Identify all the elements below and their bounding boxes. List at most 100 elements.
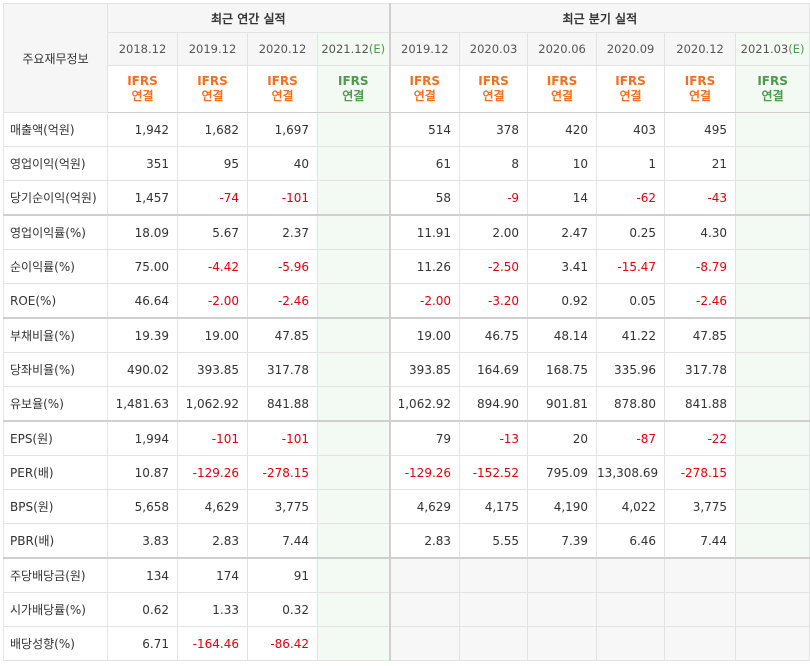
value-cell: 514 [388, 112, 461, 147]
value-cell [527, 626, 598, 661]
value-cell [735, 214, 810, 250]
value-cell: 79 [388, 420, 461, 456]
value-cell [316, 489, 391, 524]
value-cell: 47.85 [664, 317, 737, 353]
value-cell [664, 592, 737, 627]
value-cell: 3.41 [527, 249, 598, 284]
value-cell: -101 [177, 420, 248, 456]
value-cell: 2.47 [527, 214, 598, 250]
value-cell: 6.71 [107, 626, 178, 661]
value-cell: 48.14 [527, 317, 598, 353]
value-cell [316, 180, 391, 216]
value-cell: -129.26 [177, 455, 248, 490]
value-cell: 61 [388, 146, 461, 181]
value-cell: 11.26 [388, 249, 461, 284]
value-cell [735, 352, 810, 387]
value-cell [388, 626, 461, 661]
row-label: EPS(원) [3, 420, 108, 456]
period-label: 2020.12 [258, 42, 307, 56]
value-cell: -9 [459, 180, 529, 216]
value-cell: 4.30 [664, 214, 737, 250]
value-cell: 403 [596, 112, 666, 147]
value-cell: 5.55 [459, 523, 529, 559]
ifrs-basis-label: IFRS 연결 [735, 65, 810, 113]
table-row: 순이익률(%) 75.00 -4.42 -5.96 11.26 -2.50 3.41 -15.… [3, 249, 810, 284]
value-cell [664, 626, 737, 661]
value-cell: -129.26 [388, 455, 461, 490]
annual-period-header: 2020.12 [247, 32, 318, 66]
value-cell: 7.44 [247, 523, 318, 559]
table-row: 당좌비율(%) 490.02 393.85 317.78 393.85 164.69 168… [3, 352, 810, 387]
value-cell: 1,682 [177, 112, 248, 147]
row-label: 배당성향(%) [3, 626, 108, 661]
value-cell: 901.81 [527, 386, 598, 422]
value-cell: 3.83 [107, 523, 178, 559]
value-cell: 841.88 [247, 386, 318, 422]
ifrs-basis-label: IFRS 연결 [177, 65, 248, 113]
value-cell: 41.22 [596, 317, 666, 353]
table-row: BPS(원) 5,658 4,629 3,775 4,629 4,175 4,190 4,02… [3, 489, 810, 524]
basis-line2: 연결 [619, 89, 642, 103]
basis-line1: IFRS [757, 74, 788, 88]
basis-line1: IFRS [409, 74, 441, 88]
basis-line2: 연결 [482, 89, 505, 103]
value-cell: 10.87 [107, 455, 178, 490]
value-cell: 1,481.63 [107, 386, 178, 422]
value-cell: 420 [527, 112, 598, 147]
value-cell: 47.85 [247, 317, 318, 353]
value-cell: 878.80 [596, 386, 666, 422]
value-cell: 393.85 [388, 352, 461, 387]
ifrs-basis-label: IFRS 연결 [596, 65, 666, 113]
value-cell: 2.83 [388, 523, 461, 559]
value-cell: 164.69 [459, 352, 529, 387]
row-label: 유보율(%) [3, 386, 108, 422]
value-cell: 0.25 [596, 214, 666, 250]
table-row: ROE(%) 46.64 -2.00 -2.46 -2.00 -3.20 0.92 0.05-… [3, 283, 810, 319]
row-label: 영업이익률(%) [3, 214, 108, 250]
value-cell: -101 [247, 180, 318, 216]
value-cell [459, 557, 529, 593]
value-cell [316, 112, 391, 147]
row-label: 순이익률(%) [3, 249, 108, 284]
value-cell: 795.09 [527, 455, 598, 490]
value-cell: -164.46 [177, 626, 248, 661]
value-cell: 91 [247, 557, 318, 593]
table-row: 당기순이익(억원) 1,457 -74 -101 58 -9 14 -62 -43 [3, 180, 810, 216]
period-label: 2019.12 [188, 42, 237, 56]
table-row: 영업이익(억원) 351 95 40 61 8 10 1 21 [3, 146, 810, 181]
value-cell: 14 [527, 180, 598, 216]
value-cell [316, 455, 391, 490]
value-cell: -278.15 [247, 455, 318, 490]
ifrs-basis-label: IFRS 연결 [527, 65, 598, 113]
row-label: 시가배당률(%) [3, 592, 108, 627]
value-cell [316, 249, 391, 284]
value-cell: -15.47 [596, 249, 666, 284]
value-cell [735, 455, 810, 490]
value-cell: 351 [107, 146, 178, 181]
value-cell [459, 626, 529, 661]
row-label: BPS(원) [3, 489, 108, 524]
value-cell [316, 317, 391, 353]
value-cell: 7.39 [527, 523, 598, 559]
value-cell: 0.62 [107, 592, 178, 627]
value-cell: 174 [177, 557, 248, 593]
value-cell [316, 592, 391, 627]
basis-line1: IFRS [338, 74, 369, 88]
value-cell: 20 [527, 420, 598, 456]
value-cell [735, 420, 810, 456]
value-cell [316, 523, 391, 559]
value-cell: 4,175 [459, 489, 529, 524]
basis-line2: 연결 [551, 89, 574, 103]
row-label: PBR(배) [3, 523, 108, 559]
table-row: 유보율(%) 1,481.63 1,062.92 841.88 1,062.92 894.… [3, 386, 810, 422]
row-label: 부채비율(%) [3, 317, 108, 353]
period-label: 2021.12 [321, 42, 369, 56]
basis-line2: 연결 [761, 89, 784, 103]
value-cell: 1,942 [107, 112, 178, 147]
value-cell: 11.91 [388, 214, 461, 250]
value-cell: -2.46 [664, 283, 737, 319]
value-cell [735, 557, 810, 593]
period-label: 2019.12 [401, 42, 449, 56]
value-cell [316, 214, 391, 250]
value-cell [735, 283, 810, 319]
